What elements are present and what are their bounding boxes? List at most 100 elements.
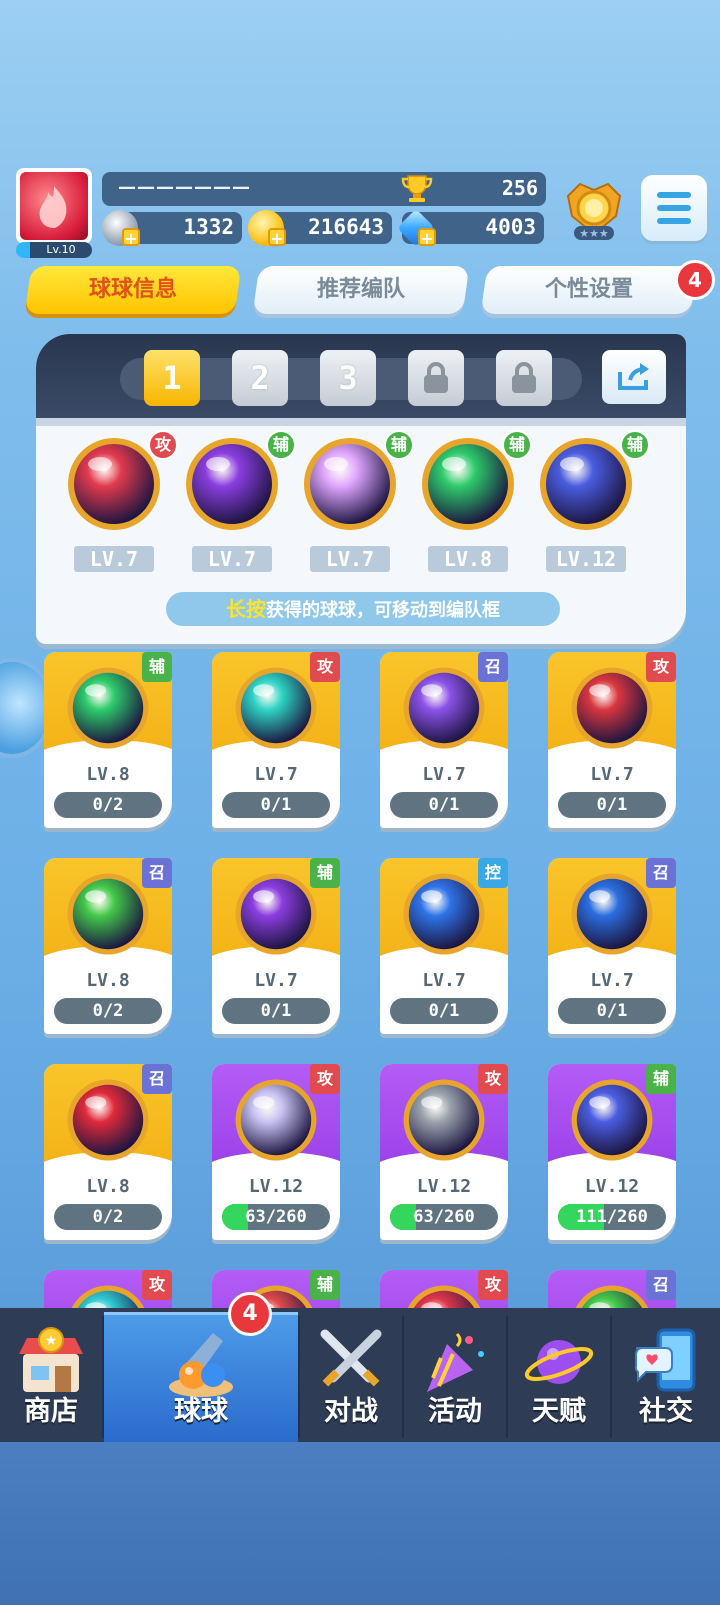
- ball-level: LV.7: [254, 764, 298, 785]
- share-button[interactable]: [602, 350, 666, 404]
- progress-text: 0/2: [92, 1001, 124, 1021]
- role-tag: 辅: [266, 430, 296, 460]
- upgrade-progress: 0/1: [558, 998, 666, 1024]
- nav-social-phone[interactable]: 社交: [612, 1312, 720, 1442]
- gem-currency[interactable]: + 4003: [396, 208, 544, 248]
- role-tag: 召: [646, 858, 676, 888]
- team-slot-2[interactable]: 2: [232, 350, 288, 406]
- ball-card[interactable]: 攻 LV.12 63/260: [380, 1064, 508, 1240]
- add-gems-icon[interactable]: +: [418, 228, 436, 248]
- role-tag: 辅: [620, 430, 650, 460]
- stamina-currency[interactable]: + 1332: [102, 210, 242, 248]
- ball-icon: [400, 870, 488, 958]
- nav-label: 活动: [428, 1396, 482, 1427]
- role-tag: 辅: [310, 1270, 340, 1300]
- ball-level: LV.8: [86, 1176, 130, 1197]
- ball-card[interactable]: 辅 LV.8 0/2: [44, 652, 172, 828]
- ball-card[interactable]: 召 LV.8 0/2: [44, 1064, 172, 1240]
- player-name-bar[interactable]: ——————— 256: [102, 172, 546, 206]
- ball-level: LV.7: [422, 970, 466, 991]
- ball-icon: [568, 870, 656, 958]
- nav-label: 社交: [639, 1396, 693, 1427]
- ball-card[interactable]: 辅 LV.7 0/1: [212, 858, 340, 1034]
- ball-icon: [64, 870, 152, 958]
- add-stamina-icon[interactable]: +: [122, 228, 140, 248]
- ball-icon: [400, 1076, 488, 1164]
- role-tag: 辅: [384, 430, 414, 460]
- nav-party-popper[interactable]: 活动: [404, 1312, 506, 1442]
- main-menu-button[interactable]: [641, 175, 707, 241]
- nav-separator: [298, 1316, 300, 1438]
- team-slot-1[interactable]: 1: [144, 350, 200, 406]
- ball-level: LV.8: [86, 764, 130, 785]
- nav-label: 天赋: [532, 1396, 586, 1427]
- progress-text: 0/1: [260, 795, 292, 815]
- role-tag: 攻: [310, 1064, 340, 1094]
- nav-shop[interactable]: ★ 商店: [0, 1312, 102, 1442]
- ball-level: LV.7: [590, 764, 634, 785]
- upgrade-progress: 0/2: [54, 1204, 162, 1230]
- ball-card[interactable]: 辅 LV.12 111/260: [548, 1064, 676, 1240]
- nav-separator: [610, 1316, 612, 1438]
- role-tag: 攻: [478, 1270, 508, 1300]
- ball-card[interactable]: 攻 LV.7 0/1: [212, 652, 340, 828]
- role-tag: 辅: [502, 430, 532, 460]
- team-ball-level: LV.7: [192, 546, 272, 572]
- header-strip: [36, 418, 686, 426]
- role-tag: 辅: [646, 1064, 676, 1094]
- team-slot-locked[interactable]: [408, 350, 464, 406]
- gem-value: 4003: [485, 215, 536, 239]
- tab-personal-settings-label: 个性设置: [544, 277, 633, 302]
- ball-card[interactable]: 攻 LV.7 0/1: [548, 652, 676, 828]
- share-icon: [618, 363, 649, 390]
- progress-text: 0/2: [92, 1207, 124, 1227]
- role-tag: 攻: [142, 1270, 172, 1300]
- role-tag: 控: [478, 858, 508, 888]
- lock-icon: [424, 362, 448, 393]
- tab-recommended-team-label: 推荐编队: [316, 277, 405, 302]
- progress-text: 0/1: [428, 795, 460, 815]
- tab-recommended-team[interactable]: 推荐编队: [252, 266, 470, 314]
- progress-text: 63/260: [245, 1207, 307, 1227]
- drag-hint: 长按获得的球球，可移动到编队框: [166, 592, 560, 626]
- nav-battle-swords[interactable]: 对战: [300, 1312, 402, 1442]
- role-tag: 召: [142, 858, 172, 888]
- fire-ball-icon: [20, 172, 88, 240]
- team-slot-3[interactable]: 3: [320, 350, 376, 406]
- settings-notification-badge: 4: [675, 260, 715, 300]
- ball-card[interactable]: 攻 LV.12 63/260: [212, 1064, 340, 1240]
- tab-ball-info[interactable]: 球球信息: [24, 266, 242, 314]
- role-tag: 攻: [646, 652, 676, 682]
- team-ball-level: LV.7: [310, 546, 390, 572]
- add-coins-icon[interactable]: +: [268, 228, 286, 248]
- progress-text: 0/1: [596, 795, 628, 815]
- ball-card[interactable]: 控 LV.7 0/1: [380, 858, 508, 1034]
- nav-label: 球球: [174, 1396, 228, 1427]
- nav-talent-planet[interactable]: 天赋: [508, 1312, 610, 1442]
- player-avatar[interactable]: [16, 168, 92, 244]
- ball-level: LV.7: [422, 764, 466, 785]
- formation-panel: 1 2 3 攻 LV.7 辅 LV.7 辅 LV.7 辅 LV.8 辅 LV.12 长按获得的球球…: [36, 334, 686, 644]
- rank-badge-icon[interactable]: ★★★: [562, 176, 626, 246]
- ball-level: LV.12: [584, 1176, 640, 1197]
- hint-text: 获得的球球，可移动到编队框: [266, 600, 500, 621]
- team-slot-locked[interactable]: [496, 350, 552, 406]
- ball-card[interactable]: 召 LV.8 0/2: [44, 858, 172, 1034]
- progress-text: 111/260: [576, 1207, 648, 1227]
- ball-card[interactable]: 召 LV.7 0/1: [548, 858, 676, 1034]
- svg-text:★: ★: [45, 1333, 58, 1349]
- player-name: ———————: [118, 177, 251, 198]
- ball-level: LV.7: [254, 970, 298, 991]
- coin-currency[interactable]: + 216643: [248, 210, 392, 248]
- upgrade-progress: 0/2: [54, 792, 162, 818]
- hint-highlight: 长按: [226, 597, 266, 621]
- ball-level: LV.7: [590, 970, 634, 991]
- trophy-count: 256: [501, 176, 538, 200]
- ball-card[interactable]: 召 LV.7 0/1: [380, 652, 508, 828]
- upgrade-progress: 111/260: [558, 1204, 666, 1230]
- nav-separator: [102, 1316, 104, 1438]
- tab-personal-settings[interactable]: 个性设置: [480, 266, 698, 314]
- coin-value: 216643: [308, 215, 384, 239]
- stamina-value: 1332: [183, 215, 234, 239]
- nav-balls[interactable]: 球球: [104, 1312, 298, 1442]
